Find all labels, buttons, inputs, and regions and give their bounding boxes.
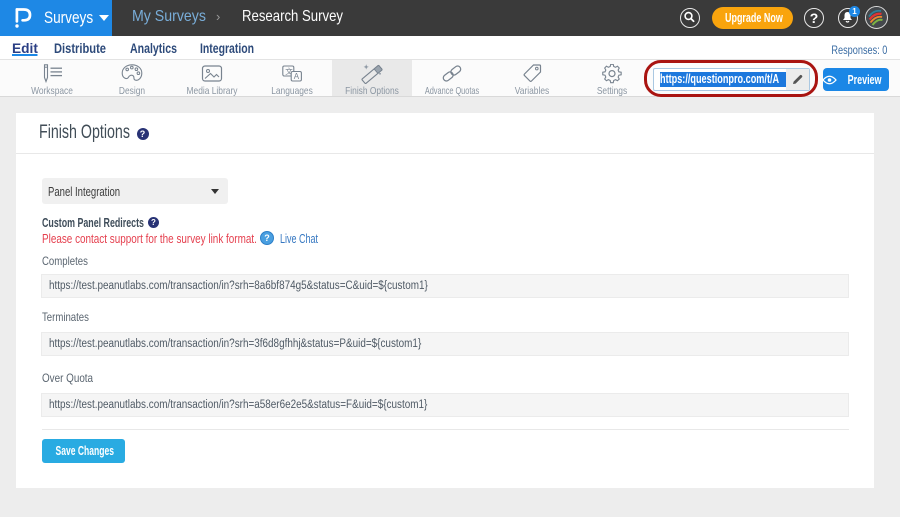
svg-text:A: A bbox=[294, 72, 300, 81]
